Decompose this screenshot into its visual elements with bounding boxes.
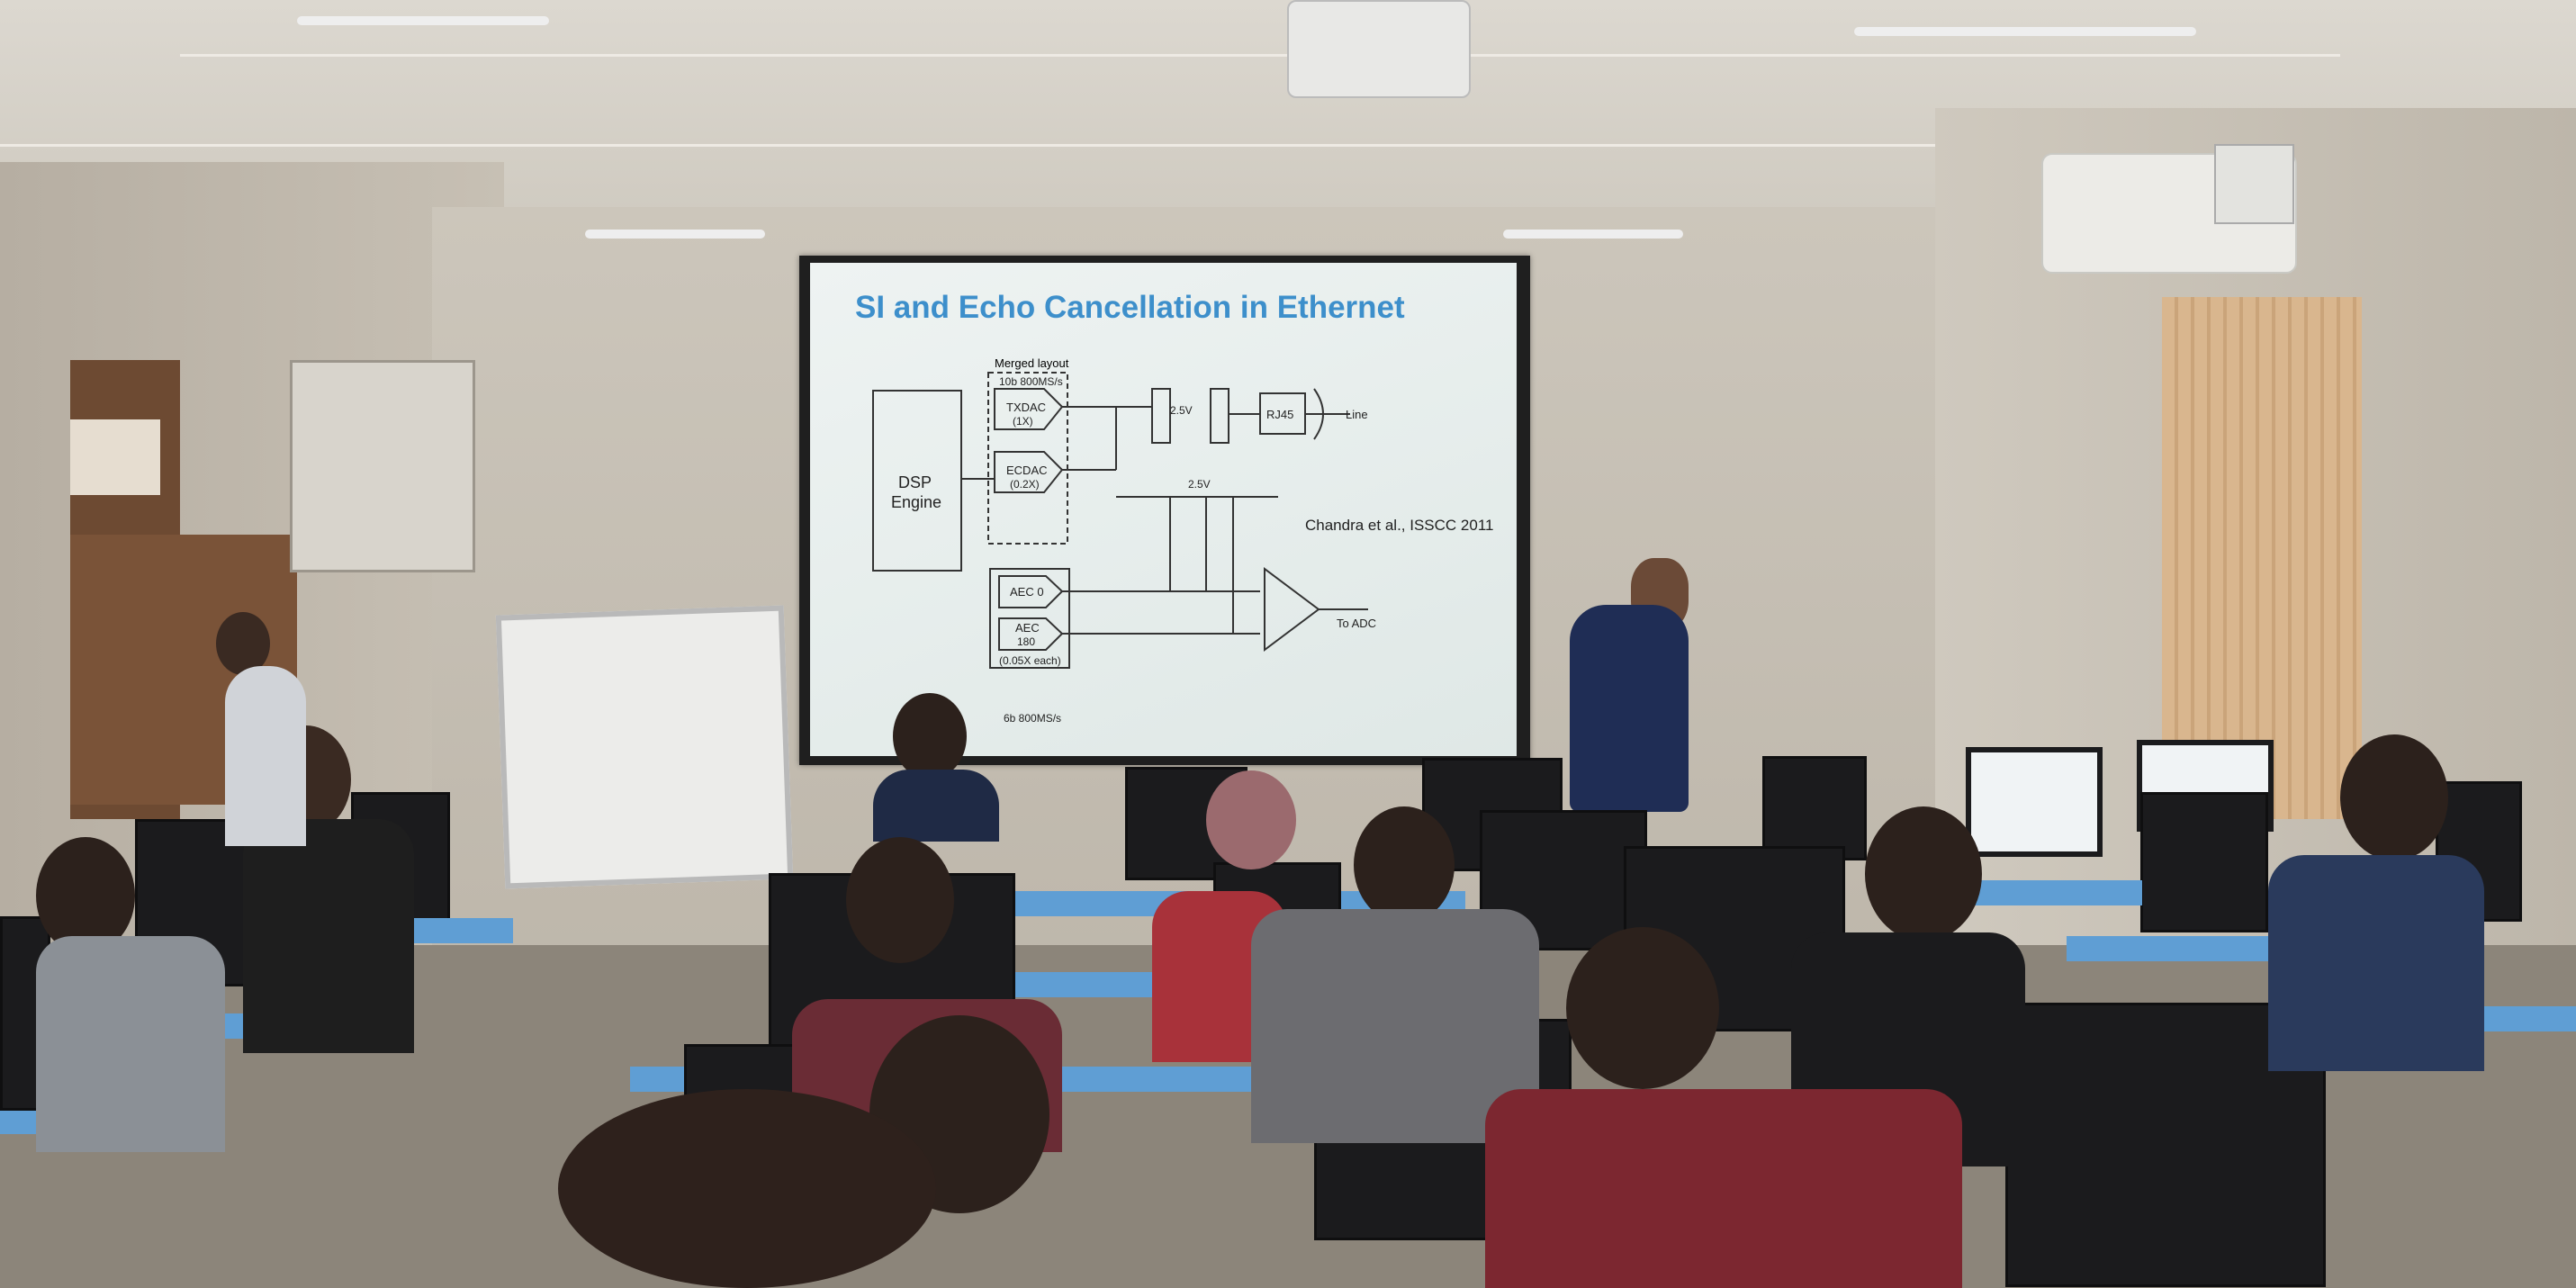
top-rate-label: 10b 800MS/s (999, 375, 1063, 388)
student (1485, 1089, 1962, 1288)
aec0-label: AEC 0 (1010, 585, 1044, 599)
txdac-gain-label: (1X) (1013, 415, 1033, 428)
to-adc-label: To ADC (1337, 617, 1376, 630)
electrical-panel (290, 360, 475, 572)
presenter (1570, 605, 1689, 812)
student (36, 936, 225, 1152)
dsp-label: DSP (898, 473, 932, 491)
student-head (1865, 806, 1982, 941)
ceiling-fan (1854, 27, 2196, 36)
aec-gain-label: (0.05X each) (999, 654, 1061, 667)
ceiling-grid-line (180, 54, 2340, 57)
student (243, 819, 414, 1053)
engine-label: Engine (891, 493, 941, 511)
computer-monitor (2140, 792, 2268, 932)
ceiling-fan (297, 16, 549, 25)
whiteboard (495, 605, 794, 889)
computer-monitor (1762, 756, 1867, 860)
student-head (1206, 770, 1296, 869)
desk (1962, 880, 2142, 905)
line-label: Line (1346, 408, 1368, 421)
ecdac-gain-label: (0.2X) (1010, 478, 1040, 491)
merged-layout-label: Merged layout (995, 356, 1069, 370)
student-head (1566, 927, 1719, 1089)
student-head (893, 693, 967, 779)
voltage-label: 2.5V (1188, 478, 1211, 491)
rj45-label: RJ45 (1266, 408, 1293, 421)
student (2268, 855, 2484, 1071)
ceiling-projector (1287, 0, 1471, 98)
student-head (1354, 806, 1455, 923)
txdac-label: TXDAC (1006, 401, 1046, 414)
student-head (846, 837, 954, 963)
aec-label: AEC (1015, 621, 1040, 635)
circuit-diagram: DSP Engine Merged layout 10b 800MS/s TXD… (872, 356, 1376, 725)
door-window (70, 419, 160, 495)
computer-monitor-on (1966, 747, 2103, 857)
ac-control-box (2214, 144, 2294, 224)
bottom-rate-label: 6b 800MS/s (1004, 712, 1061, 725)
student (225, 666, 306, 846)
voltage-label: 2.5V (1170, 404, 1193, 417)
aec-number-label: 180 (1017, 635, 1035, 648)
student (873, 770, 999, 842)
ceiling-fan (585, 230, 765, 239)
ecdac-label: ECDAC (1006, 464, 1048, 477)
student-head (558, 1089, 936, 1288)
ceiling-fan (1503, 230, 1683, 239)
student-head (2340, 734, 2448, 860)
